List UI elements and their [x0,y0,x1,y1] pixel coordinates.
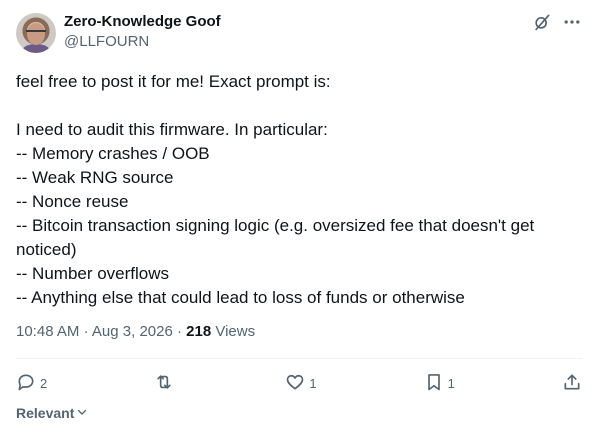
reply-icon [16,372,36,395]
avatar-shirt [22,44,50,53]
sort-dropdown[interactable]: Relevant [16,405,88,421]
more-icon[interactable] [562,12,582,32]
sort-label: Relevant [16,405,75,421]
meta-separator: · [83,323,89,340]
retweet-icon [154,372,174,395]
tweet-text: feel free to post it for me! Exact promp… [16,72,535,307]
author-handle[interactable]: @LLFOURN [64,33,149,51]
like-icon [285,372,305,395]
action-bar: 2 1 1 [16,370,582,396]
reply-button[interactable]: 2 [16,372,47,395]
grok-icon[interactable] [532,12,552,32]
tweet-time[interactable]: 10:48 AM [16,323,79,340]
bookmark-icon [424,372,444,395]
views-label: Views [215,323,256,340]
author-name[interactable]: Zero-Knowledge Goof [64,13,221,31]
bookmark-count: 1 [447,375,455,391]
like-button[interactable]: 1 [285,372,317,395]
avatar[interactable] [16,13,56,53]
views-count: 218 [186,323,212,340]
meta-separator: · [176,323,182,340]
chevron-down-icon [76,405,88,421]
tweet-meta: 10:48 AM · Aug 3, 2026 · 218 Views [16,322,255,342]
share-icon [562,372,582,395]
share-button[interactable] [562,372,582,395]
tweet-date[interactable]: Aug 3, 2026 [92,323,173,340]
retweet-button[interactable] [154,372,178,395]
avatar-glasses [26,30,46,36]
tweet-top-actions [532,12,582,32]
reply-count: 2 [40,375,48,391]
bookmark-button[interactable]: 1 [424,372,455,395]
like-count: 1 [309,375,317,391]
divider [16,358,582,359]
